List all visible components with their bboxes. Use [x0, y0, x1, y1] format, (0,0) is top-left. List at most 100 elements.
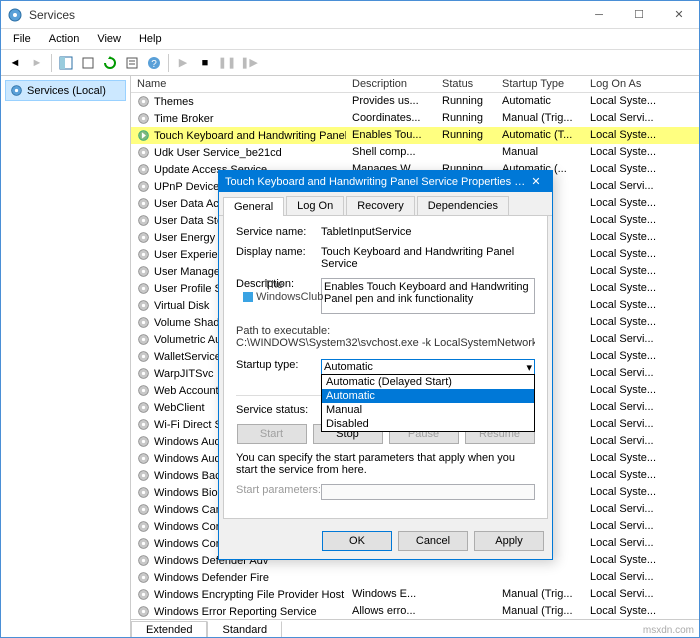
col-description[interactable]: Description	[346, 76, 436, 92]
start-button: Start	[237, 424, 307, 444]
option-auto-delayed[interactable]: Automatic (Delayed Start)	[322, 375, 534, 389]
service-logon: Local Syste...	[584, 212, 664, 229]
service-logon: Local Servi...	[584, 518, 664, 535]
menu-help[interactable]: Help	[131, 31, 170, 47]
option-automatic[interactable]: Automatic	[322, 389, 534, 403]
dialog-titlebar[interactable]: Touch Keyboard and Handwriting Panel Ser…	[219, 171, 552, 192]
tab-recovery[interactable]: Recovery	[346, 196, 414, 215]
gear-icon	[137, 316, 150, 329]
service-row[interactable]: Touch Keyboard and Handwriting Panel Ser…	[131, 127, 699, 144]
service-name: Windows Encrypting File Provider Host Se…	[154, 589, 346, 601]
menubar: File Action View Help	[1, 29, 699, 50]
service-logon: Local Syste...	[584, 246, 664, 263]
service-logon: Local Servi...	[584, 535, 664, 552]
col-logon[interactable]: Log On As	[584, 76, 664, 92]
service-startup: Manual (Trig...	[496, 110, 584, 127]
export-button[interactable]	[78, 53, 98, 73]
start-service-button[interactable]: ▶	[173, 53, 193, 73]
tab-standard[interactable]: Standard	[207, 621, 282, 637]
gear-icon	[137, 129, 150, 142]
service-startup	[496, 569, 584, 586]
service-row[interactable]: Windows Encrypting File Provider Host Se…	[131, 586, 699, 603]
properties-button[interactable]	[122, 53, 142, 73]
source-label: msxdn.com	[643, 625, 694, 636]
show-hide-button[interactable]	[56, 53, 76, 73]
gear-icon	[137, 452, 150, 465]
dialog-title: Touch Keyboard and Handwriting Panel Ser…	[225, 176, 526, 188]
help-button[interactable]: ?	[144, 53, 164, 73]
service-desc: Shell comp...	[346, 144, 436, 161]
gear-icon	[137, 282, 150, 295]
service-desc: Enables Tou...	[346, 127, 436, 144]
display-name-label: Display name:	[236, 246, 321, 258]
close-button[interactable]: ✕	[659, 4, 699, 26]
option-manual[interactable]: Manual	[322, 403, 534, 417]
list-header[interactable]: Name Description Status Startup Type Log…	[131, 76, 699, 93]
forward-button[interactable]: ►	[27, 53, 47, 73]
apply-button[interactable]: Apply	[474, 531, 544, 551]
service-status	[436, 569, 496, 586]
services-icon	[7, 7, 23, 23]
gear-icon	[137, 333, 150, 346]
toolbar: ◄ ► ? ▶ ■ ❚❚ ❚▶	[1, 50, 699, 76]
service-row[interactable]: Windows Defender FireLocal Servi...	[131, 569, 699, 586]
service-logon: Local Syste...	[584, 552, 664, 569]
service-logon: Local Servi...	[584, 416, 664, 433]
col-status[interactable]: Status	[436, 76, 496, 92]
menu-action[interactable]: Action	[41, 31, 88, 47]
service-logon: Local Servi...	[584, 586, 664, 603]
refresh-button[interactable]	[100, 53, 120, 73]
service-logon: Local Servi...	[584, 110, 664, 127]
service-desc: Coordinates...	[346, 110, 436, 127]
tree-item-services-local[interactable]: Services (Local)	[5, 80, 126, 101]
service-status	[436, 586, 496, 603]
titlebar: Services ─ ☐ ✕	[1, 1, 699, 29]
dialog-body: Service name:TabletInputService Display …	[223, 216, 548, 519]
service-row[interactable]: Udk User Service_be21cdShell comp...Manu…	[131, 144, 699, 161]
service-row[interactable]: Windows Error Reporting ServiceAllows er…	[131, 603, 699, 619]
service-status-label: Service status:	[236, 404, 321, 416]
menu-file[interactable]: File	[5, 31, 39, 47]
back-button[interactable]: ◄	[5, 53, 25, 73]
start-parameters-label: Start parameters:	[236, 484, 321, 496]
col-name[interactable]: Name	[131, 76, 346, 92]
cancel-button[interactable]: Cancel	[398, 531, 468, 551]
tab-logon[interactable]: Log On	[286, 196, 344, 215]
restart-service-button[interactable]: ❚▶	[239, 53, 259, 73]
gear-icon	[137, 435, 150, 448]
description-field[interactable]	[321, 278, 535, 314]
service-name: User Manager	[154, 266, 224, 278]
startup-type-dropdown[interactable]: Automatic ▾ Automatic (Delayed Start) Au…	[321, 359, 535, 375]
service-logon: Local Servi...	[584, 178, 664, 195]
service-logon: Local Syste...	[584, 144, 664, 161]
tab-general[interactable]: General	[223, 197, 284, 216]
pause-service-button[interactable]: ❚❚	[217, 53, 237, 73]
service-name: WebClient	[154, 402, 205, 414]
service-name: Touch Keyboard and Handwriting Panel Ser…	[154, 130, 346, 142]
service-row[interactable]: Time BrokerCoordinates...RunningManual (…	[131, 110, 699, 127]
stop-service-button[interactable]: ■	[195, 53, 215, 73]
gear-icon	[137, 486, 150, 499]
service-logon: Local Syste...	[584, 450, 664, 467]
col-startup[interactable]: Startup Type	[496, 76, 584, 92]
gear-icon	[137, 112, 150, 125]
tab-dependencies[interactable]: Dependencies	[417, 196, 509, 215]
dialog-close-button[interactable]: ✕	[526, 175, 546, 188]
service-logon: Local Syste...	[584, 93, 664, 110]
option-disabled[interactable]: Disabled	[322, 417, 534, 431]
display-name-value: Touch Keyboard and Handwriting Panel Ser…	[321, 246, 535, 270]
menu-view[interactable]: View	[89, 31, 129, 47]
gear-icon	[10, 84, 23, 97]
gear-icon	[137, 367, 150, 380]
service-status	[436, 603, 496, 619]
window-title: Services	[29, 8, 579, 22]
service-logon: Local Syste...	[584, 297, 664, 314]
gear-icon	[137, 214, 150, 227]
maximize-button[interactable]: ☐	[619, 4, 659, 26]
tab-extended[interactable]: Extended	[131, 621, 207, 637]
ok-button[interactable]: OK	[322, 531, 392, 551]
service-startup: Manual	[496, 144, 584, 161]
start-parameters-input	[321, 484, 535, 500]
minimize-button[interactable]: ─	[579, 4, 619, 26]
service-row[interactable]: ThemesProvides us...RunningAutomaticLoca…	[131, 93, 699, 110]
